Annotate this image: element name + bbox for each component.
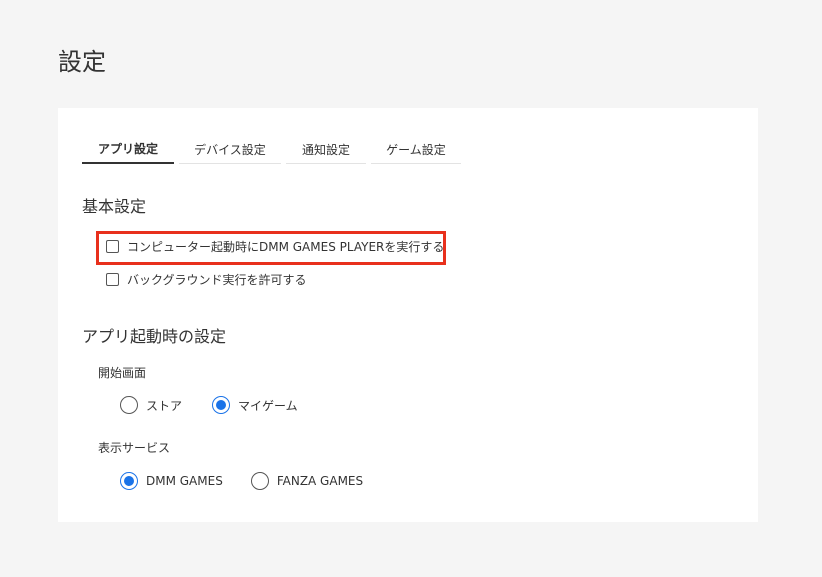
tab-device-settings[interactable]: デバイス設定 [179,135,281,164]
launch-on-startup-label: コンピューター起動時にDMM GAMES PLAYERを実行する [127,240,445,254]
tab-notification-settings[interactable]: 通知設定 [286,135,366,164]
basic-settings-heading: 基本設定 [82,197,147,216]
display-service-fanza-label: FANZA GAMES [276,474,364,488]
settings-tabs: アプリ設定 デバイス設定 通知設定 ゲーム設定 [82,135,461,164]
settings-panel: アプリ設定 デバイス設定 通知設定 ゲーム設定 基本設定 コンピューター起動時に… [58,108,758,522]
allow-background-option[interactable]: バックグラウンド実行を許可する [106,271,307,288]
allow-background-checkbox[interactable] [106,273,119,286]
start-screen-mygame-option[interactable]: マイゲーム [212,396,298,414]
start-screen-store-option[interactable]: ストア [120,396,182,414]
start-screen-radio-group: ストア マイゲーム [120,396,298,414]
tab-game-settings[interactable]: ゲーム設定 [371,135,461,164]
start-screen-store-radio[interactable] [120,396,138,414]
startup-settings-heading: アプリ起動時の設定 [82,327,227,346]
start-screen-store-label: ストア [146,398,183,413]
display-service-dmm-option[interactable]: DMM GAMES [120,472,223,490]
display-service-dmm-label: DMM GAMES [146,474,223,488]
start-screen-mygame-radio[interactable] [212,396,231,414]
launch-on-startup-checkbox[interactable] [106,240,119,253]
display-service-label: 表示サービス [98,441,171,455]
display-service-radio-group: DMM GAMES FANZA GAMES [120,472,363,490]
display-service-fanza-radio[interactable] [250,472,269,490]
launch-on-startup-option[interactable]: コンピューター起動時にDMM GAMES PLAYERを実行する [106,238,444,255]
display-service-dmm-radio[interactable] [120,472,138,490]
allow-background-label: バックグラウンド実行を許可する [127,273,307,287]
start-screen-label: 開始画面 [98,366,147,380]
radio-selected-dot [124,476,134,486]
display-service-fanza-option[interactable]: FANZA GAMES [250,472,364,490]
start-screen-mygame-label: マイゲーム [238,398,298,413]
radio-selected-dot [216,400,227,410]
tab-app-settings[interactable]: アプリ設定 [82,135,174,164]
page-title: 設定 [58,48,106,76]
